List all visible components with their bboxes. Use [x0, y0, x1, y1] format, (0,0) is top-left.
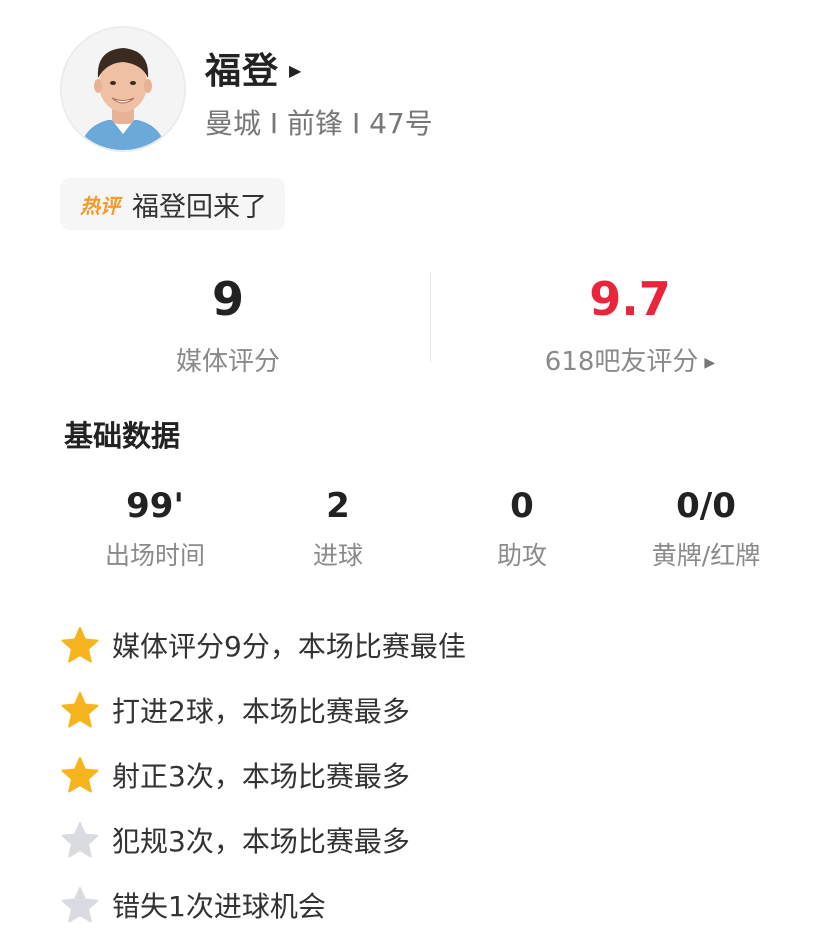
media-score-value: 9 — [211, 272, 244, 326]
hot-comment[interactable]: 热评 福登回来了 — [60, 178, 285, 230]
stat-minutes: 99' 出场时间 — [65, 482, 245, 572]
fan-score-label-row: 618吧友评分 ▶ — [480, 341, 780, 378]
highlight-item: 媒体评分9分，本场比赛最佳 — [60, 612, 780, 677]
caret-right-icon: ▶ — [704, 354, 716, 371]
stat-label: 出场时间 — [104, 541, 205, 570]
gold-star-icon — [60, 690, 100, 730]
caret-right-icon: ▶ — [289, 60, 302, 80]
stat-label: 进球 — [312, 541, 363, 570]
basic-data-title: 基础数据 — [64, 419, 181, 453]
highlight-text: 错失1次进球机会 — [112, 889, 326, 923]
highlight-text: 媒体评分9分，本场比赛最佳 — [112, 629, 466, 663]
stat-value: 2 — [326, 486, 350, 526]
highlight-item: 犯规3次，本场比赛最多 — [60, 807, 780, 872]
fan-score-label: 618吧友评分 — [544, 347, 699, 377]
stat-value: 0 — [510, 486, 534, 526]
score-panel: 9 媒体评分 9.7 618吧友评分 ▶ — [0, 265, 835, 385]
hot-comment-text: 福登回来了 — [132, 191, 267, 223]
highlights-list: 媒体评分9分，本场比赛最佳 打进2球，本场比赛最多 射正3次，本场比赛最多 犯规… — [60, 612, 780, 937]
stat-label: 助攻 — [496, 541, 547, 570]
stat-goals: 2 进球 — [248, 482, 428, 572]
highlight-item: 错失1次进球机会 — [60, 872, 780, 937]
basic-stats: 99' 出场时间 2 进球 0 助攻 0/0 黄牌/红牌 — [0, 482, 835, 572]
highlight-text: 犯规3次，本场比赛最多 — [112, 824, 410, 858]
player-meta: 曼城 I 前锋 I 47号 — [205, 107, 433, 140]
stat-value: 99' — [126, 486, 184, 526]
highlight-text: 打进2球，本场比赛最多 — [112, 694, 410, 728]
stat-label: 黄牌/红牌 — [651, 541, 761, 570]
gold-star-icon — [60, 625, 100, 665]
player-header: 福登 ▶ 曼城 I 前锋 I 47号 — [60, 26, 760, 156]
fan-score-block[interactable]: 9.7 618吧友评分 ▶ — [480, 265, 780, 378]
media-score-label: 媒体评分 — [175, 347, 280, 377]
fan-score-value: 9.7 — [589, 272, 671, 326]
stat-cards: 0/0 黄牌/红牌 — [616, 482, 796, 572]
player-photo-icon — [62, 28, 184, 150]
stat-value: 0/0 — [676, 486, 736, 526]
highlight-item: 打进2球，本场比赛最多 — [60, 677, 780, 742]
player-name-link[interactable]: 福登 ▶ — [205, 42, 301, 94]
player-name: 福登 — [205, 51, 280, 92]
score-divider — [430, 272, 431, 362]
hot-comment-badge: 热评 — [80, 193, 120, 218]
player-avatar[interactable] — [60, 26, 186, 152]
stat-assists: 0 助攻 — [432, 482, 612, 572]
highlight-item: 射正3次，本场比赛最多 — [60, 742, 780, 807]
gray-star-icon — [60, 820, 100, 860]
gray-star-icon — [60, 885, 100, 925]
highlight-text: 射正3次，本场比赛最多 — [112, 759, 410, 793]
media-score-block: 9 媒体评分 — [78, 265, 378, 378]
gold-star-icon — [60, 755, 100, 795]
